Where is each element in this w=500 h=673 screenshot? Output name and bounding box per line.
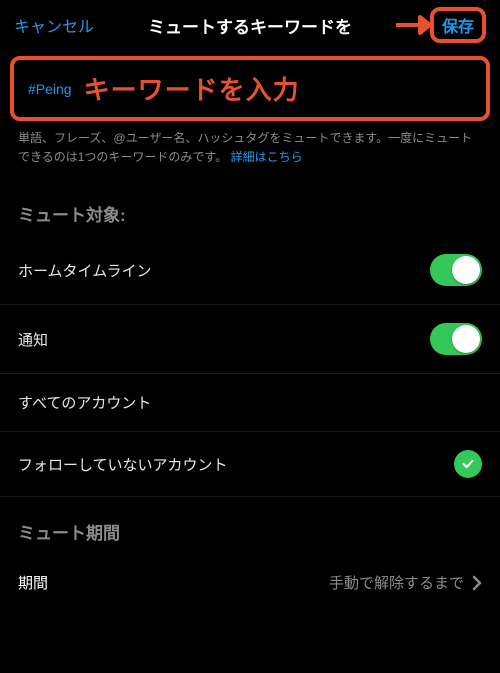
keyword-input[interactable]: #Peing キーワードを入力: [10, 56, 490, 121]
toggle-knob: [452, 325, 480, 353]
duration-value: 手動で解除するまで: [329, 572, 464, 593]
duration-value-wrap: 手動で解除するまで: [329, 572, 482, 593]
arrow-right-icon: [396, 14, 432, 36]
duration-label: 期間: [18, 572, 48, 593]
row-label: 通知: [18, 329, 48, 350]
learn-more-link[interactable]: 詳細はこちら: [231, 150, 303, 164]
toggle-home-timeline[interactable]: [430, 254, 482, 286]
section-duration-header: ミュート期間: [0, 497, 500, 554]
chevron-right-icon: [472, 575, 482, 591]
save-area: 保存: [396, 7, 486, 43]
section-mute-target-header: ミュート対象:: [0, 179, 500, 236]
row-label: フォローしていないアカウント: [18, 454, 228, 475]
page-title: ミュートするキーワードを: [148, 13, 352, 38]
cancel-button[interactable]: キャンセル: [14, 13, 94, 37]
row-not-following[interactable]: フォローしていないアカウント: [0, 432, 500, 497]
row-label: すべてのアカウント: [18, 392, 151, 413]
toggle-knob: [452, 256, 480, 284]
row-label: ホームタイムライン: [18, 260, 152, 281]
input-annotation: キーワードを入力: [84, 70, 300, 107]
save-button[interactable]: 保存: [430, 7, 486, 43]
keyword-value: #Peing: [28, 81, 72, 97]
row-duration[interactable]: 期間 手動で解除するまで: [0, 554, 500, 611]
hint-text: 単語、フレーズ、@ユーザー名、ハッシュタグをミュートできます。一度にミュートでき…: [0, 123, 500, 179]
check-icon: [454, 450, 482, 478]
row-home-timeline[interactable]: ホームタイムライン: [0, 236, 500, 305]
toggle-notifications[interactable]: [430, 323, 482, 355]
row-all-accounts[interactable]: すべてのアカウント: [0, 374, 500, 432]
row-notifications[interactable]: 通知: [0, 305, 500, 374]
header-bar: キャンセル ミュートするキーワードを 保存: [0, 0, 500, 50]
